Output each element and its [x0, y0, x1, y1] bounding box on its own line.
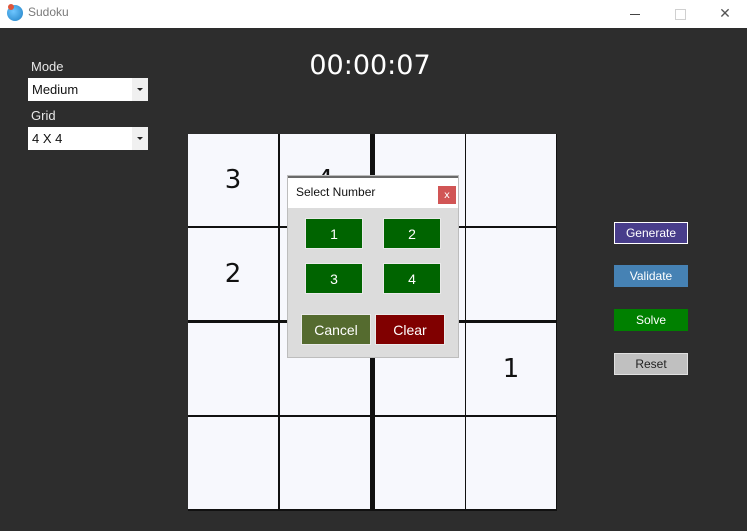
board-cell-r1-c4[interactable] [466, 134, 556, 226]
board-cell-r3-c4[interactable]: 1 [466, 323, 556, 415]
number-button-2[interactable]: 2 [384, 219, 440, 248]
close-icon: ✕ [719, 6, 731, 22]
board-cell-r4-c3[interactable] [375, 417, 465, 509]
grid-select-value: 4 X 4 [32, 131, 63, 146]
number-button-1[interactable]: 1 [306, 219, 362, 248]
maximize-icon [674, 8, 686, 20]
mode-select[interactable]: Medium [28, 78, 148, 101]
chevron-down-icon[interactable] [132, 78, 148, 101]
grid-select[interactable]: 4 X 4 [28, 127, 148, 150]
board-cell-r4-c2[interactable] [280, 417, 370, 509]
grid-label: Grid [31, 108, 56, 123]
clear-button[interactable]: Clear [376, 315, 444, 344]
dialog-title: Select Number [296, 185, 376, 199]
app-globe-icon [7, 4, 23, 21]
solve-button[interactable]: Solve [614, 309, 688, 331]
minimize-button[interactable] [612, 0, 658, 28]
window-title: Sudoku [28, 5, 69, 19]
validate-button[interactable]: Validate [614, 265, 688, 287]
title-bar: Sudoku ✕ [0, 0, 747, 28]
mode-select-value: Medium [32, 82, 79, 97]
select-number-dialog: Select Number x 1 2 3 4 Cancel Clear [288, 176, 458, 357]
number-button-3[interactable]: 3 [306, 264, 362, 293]
board-cell-r2-c1[interactable]: 2 [188, 228, 278, 320]
dialog-close-button[interactable]: x [438, 186, 456, 204]
maximize-button[interactable] [657, 0, 703, 28]
number-button-4[interactable]: 4 [384, 264, 440, 293]
timer: 00:00:07 [309, 50, 431, 81]
minimize-icon [630, 13, 640, 15]
generate-button[interactable]: Generate [614, 222, 688, 244]
board-cell-r4-c1[interactable] [188, 417, 278, 509]
chevron-down-icon[interactable] [132, 127, 148, 150]
dialog-header: Select Number x [288, 176, 458, 208]
board-cell-r3-c1[interactable] [188, 323, 278, 415]
board-cell-r4-c4[interactable] [466, 417, 556, 509]
close-button[interactable]: ✕ [702, 0, 747, 28]
board-cell-r1-c1[interactable]: 3 [188, 134, 278, 226]
board-cell-r2-c4[interactable] [466, 228, 556, 320]
mode-label: Mode [31, 59, 64, 74]
cancel-button[interactable]: Cancel [302, 315, 370, 344]
reset-button[interactable]: Reset [614, 353, 688, 375]
